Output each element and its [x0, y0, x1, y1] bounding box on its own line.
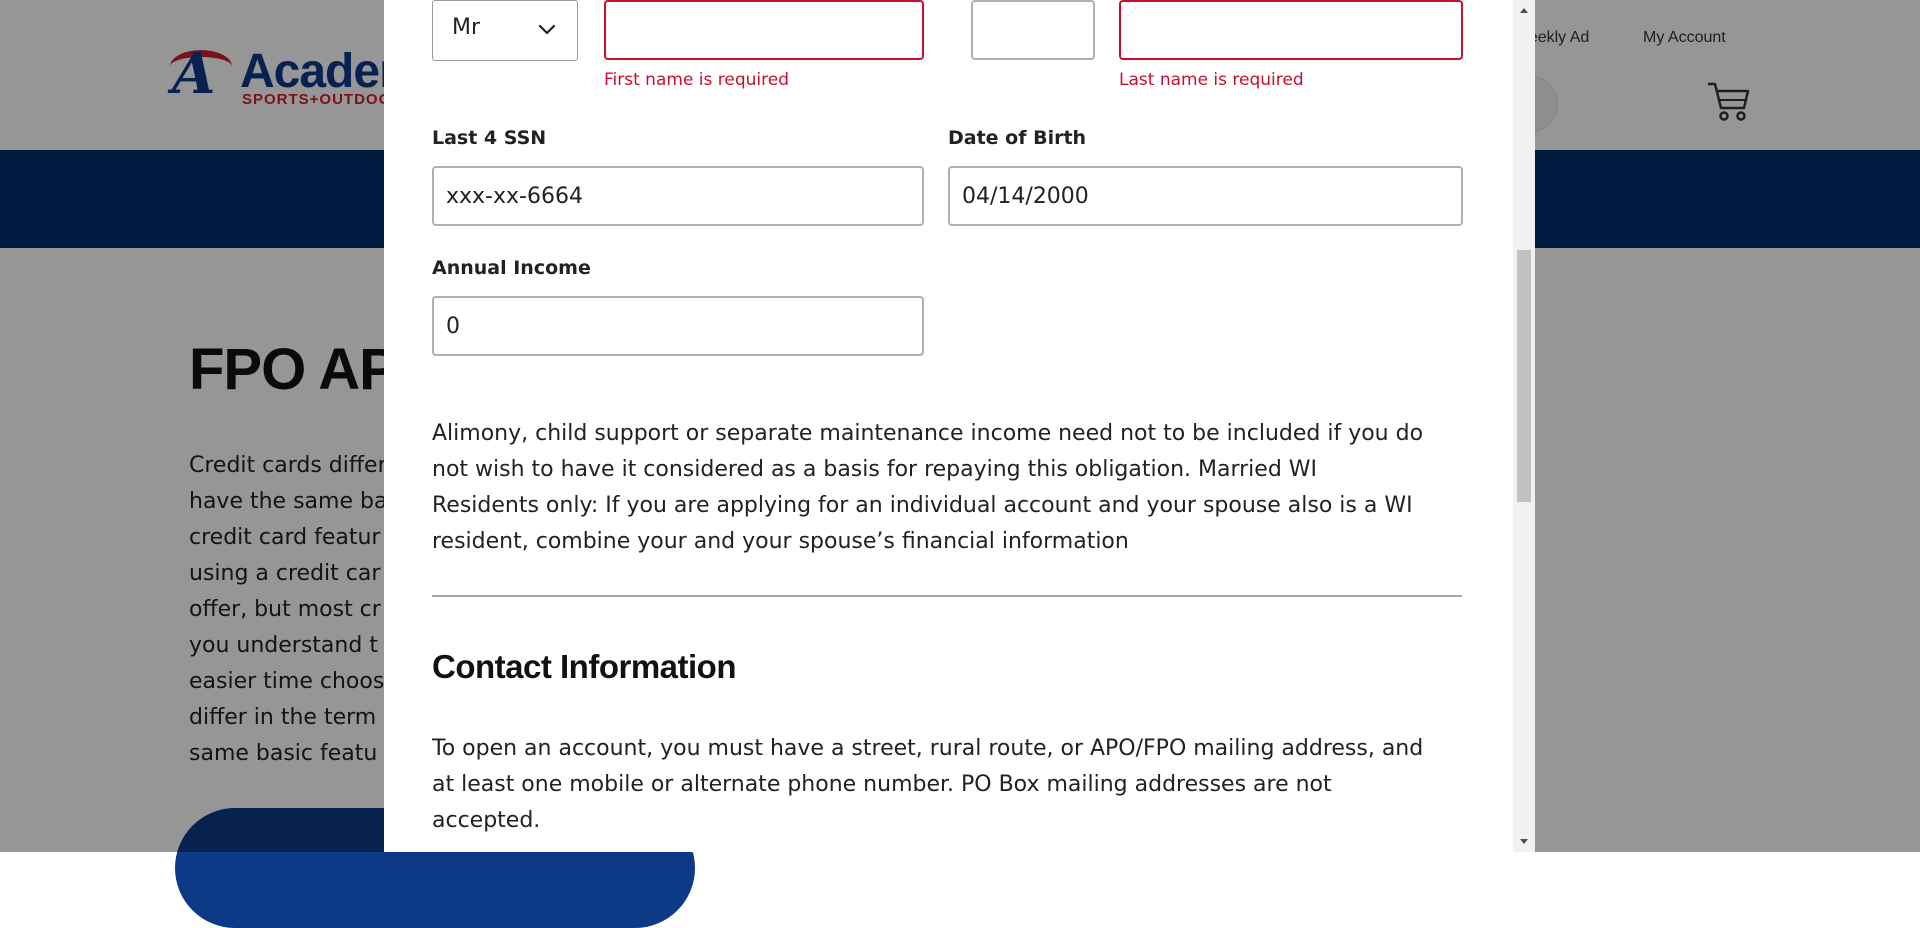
- disclosure-line: Residents only: If you are applying for …: [432, 493, 1413, 518]
- income-input[interactable]: [432, 296, 924, 356]
- section-divider: [432, 595, 1462, 597]
- contact-info-text: To open an account, you must have a stre…: [432, 731, 1462, 839]
- last-name-error: Last name is required: [1119, 70, 1304, 90]
- scroll-up-icon[interactable]: [1513, 0, 1535, 20]
- dob-label: Date of Birth: [948, 127, 1087, 149]
- application-modal: Mr First name is required Last name is r…: [384, 0, 1535, 852]
- dob-input[interactable]: [948, 166, 1463, 226]
- scroll-down-icon[interactable]: [1513, 832, 1535, 852]
- scrollbar-thumb[interactable]: [1517, 250, 1531, 502]
- contact-line: at least one mobile or alternate phone n…: [432, 772, 1332, 797]
- middle-initial-input[interactable]: [971, 0, 1095, 60]
- disclosure-line: resident, combine your and your spouse’s…: [432, 529, 1129, 554]
- first-name-input[interactable]: [604, 0, 924, 60]
- ssn-label: Last 4 SSN: [432, 127, 547, 149]
- last-name-input[interactable]: [1119, 0, 1463, 60]
- chevron-down-icon: [538, 24, 556, 35]
- disclosure-line: Alimony, child support or separate maint…: [432, 421, 1424, 446]
- alimony-disclosure: Alimony, child support or separate maint…: [432, 416, 1462, 560]
- modal-scrollbar[interactable]: [1513, 0, 1535, 852]
- first-name-error: First name is required: [604, 70, 790, 90]
- contact-line: To open an account, you must have a stre…: [432, 736, 1424, 761]
- name-title-value: Mr: [452, 15, 481, 40]
- contact-line: accepted.: [432, 808, 541, 833]
- name-title-select[interactable]: Mr: [432, 0, 578, 61]
- contact-info-heading: Contact Information: [432, 648, 736, 685]
- income-label: Annual Income: [432, 257, 591, 279]
- disclosure-line: not wish to have it considered as a basi…: [432, 457, 1318, 482]
- ssn-input[interactable]: [432, 166, 924, 226]
